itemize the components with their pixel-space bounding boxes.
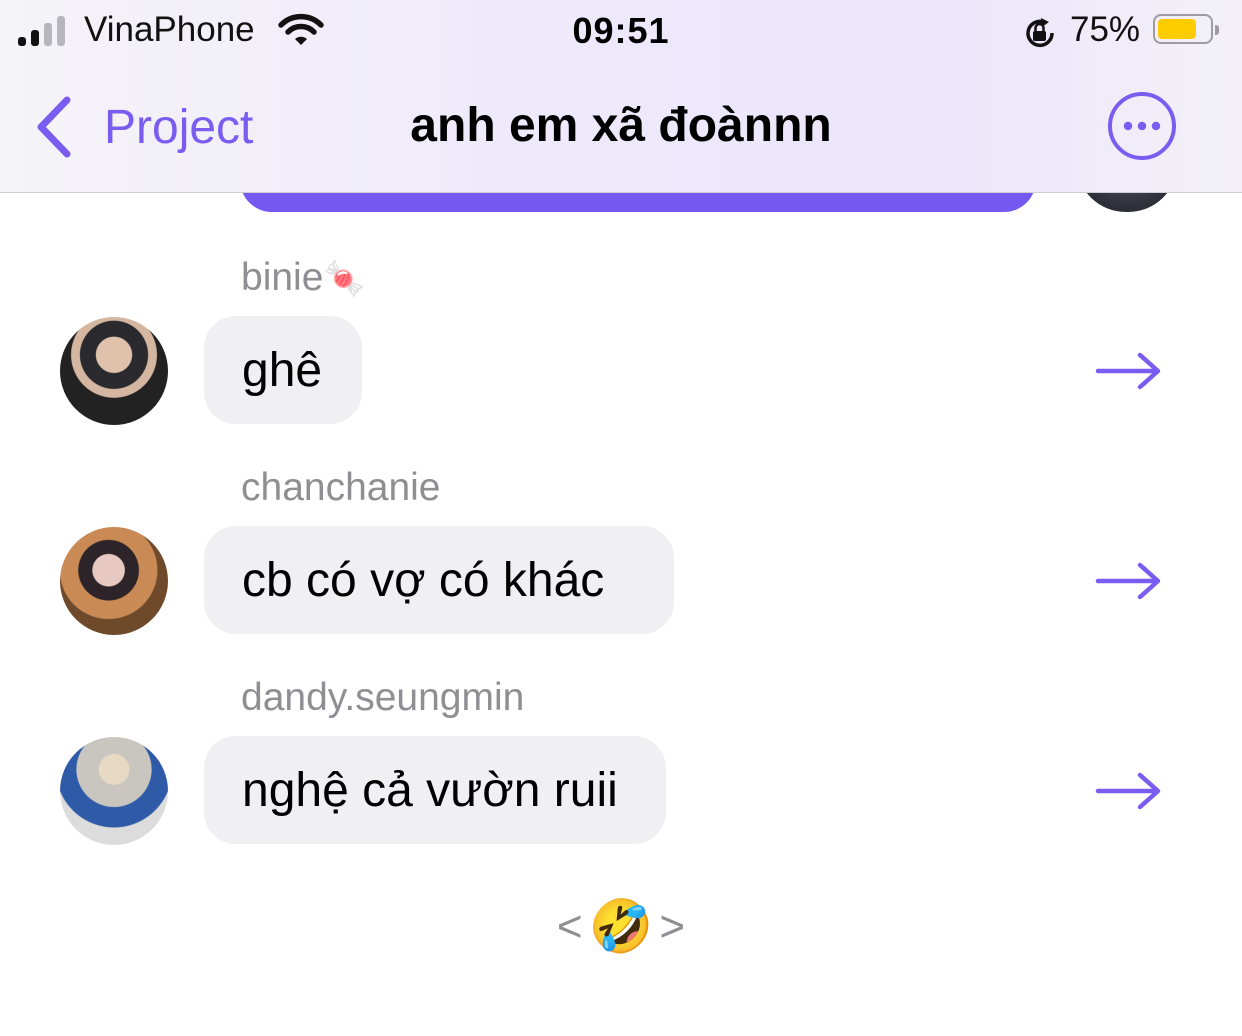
candy-emoji: 🍬	[323, 260, 366, 298]
reaction-open-bracket: <	[556, 901, 583, 951]
status-bar: VinaPhone 09:51 75%	[0, 0, 1242, 64]
avatar[interactable]	[60, 317, 168, 425]
chat-title: anh em xã đoànnn	[410, 99, 832, 152]
sender-name: binie🍬	[241, 256, 366, 300]
message-text: ghê	[242, 343, 323, 397]
message-text: nghệ cả vườn ruii	[242, 763, 618, 817]
battery-icon	[1153, 14, 1219, 44]
ellipsis-circle-icon[interactable]	[1107, 91, 1177, 161]
message-bubble[interactable]: cb có vợ có khác	[204, 526, 674, 634]
rofl-emoji: 🤣	[588, 898, 654, 956]
reaction-row: < 🤣 >	[0, 896, 1242, 957]
forward-arrow-icon[interactable]	[1094, 771, 1164, 811]
orientation-lock-icon	[1026, 18, 1054, 48]
avatar[interactable]	[60, 527, 168, 635]
message-bubble[interactable]: ghê	[204, 316, 362, 424]
message-bubble[interactable]: nghệ cả vườn ruii	[204, 736, 666, 844]
avatar[interactable]	[60, 737, 168, 845]
sender-name: chanchanie	[241, 466, 441, 509]
battery-fill	[1158, 19, 1196, 39]
sender-name-text: binie	[241, 256, 324, 299]
reaction-close-bracket: >	[659, 901, 686, 951]
forward-arrow-icon[interactable]	[1094, 561, 1164, 601]
battery-percent: 75%	[1070, 10, 1141, 49]
sender-name: dandy.seungmin	[241, 676, 525, 719]
battery-nub	[1215, 25, 1219, 35]
message-text: cb có vợ có khác	[242, 553, 605, 607]
top-bar: VinaPhone 09:51 75% Project anh em xã đo…	[0, 0, 1242, 193]
forward-arrow-icon[interactable]	[1094, 351, 1164, 391]
